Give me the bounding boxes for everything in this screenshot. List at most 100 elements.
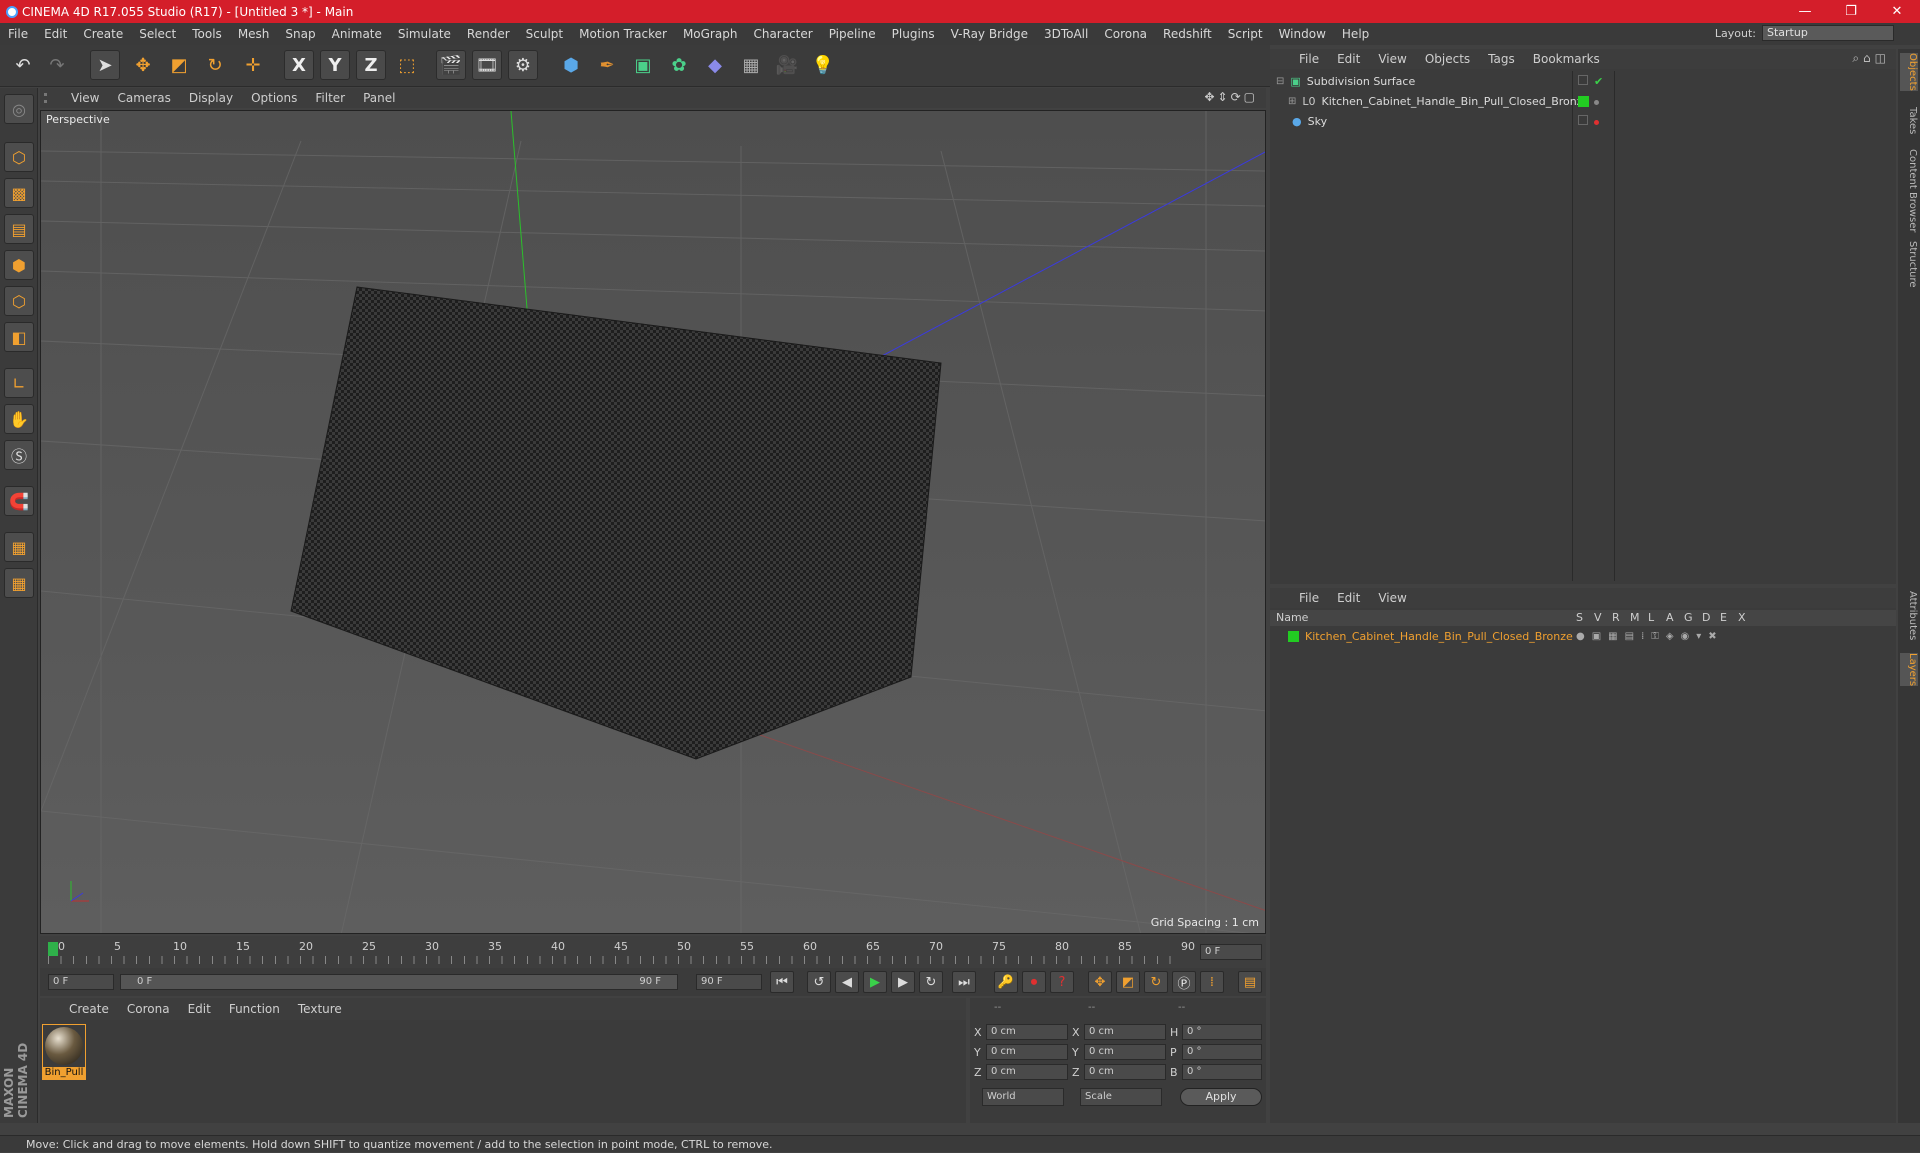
model-mode-icon[interactable]: ⬡ xyxy=(4,142,34,172)
object-manager-search-icons[interactable]: ⌕⌂◫ xyxy=(1852,51,1890,66)
object-row-subdivision-surface[interactable]: ⊟ ▣ Subdivision Surface ✔ xyxy=(1270,71,1896,91)
rotation-b-field[interactable]: 0 ° xyxy=(1182,1064,1262,1080)
subdivision-icon[interactable]: ▣ xyxy=(628,50,658,80)
layer-toggle-icons[interactable]: ●▣▦▤⁞⚿◈◉▾✖ xyxy=(1576,631,1724,642)
menu-snap[interactable]: Snap xyxy=(277,27,323,41)
viewport-menu-view[interactable]: View xyxy=(62,91,108,105)
tab-attributes[interactable]: Attributes xyxy=(1900,591,1918,640)
redo-icon[interactable]: ↷ xyxy=(42,50,72,80)
cube-icon[interactable]: ⬢ xyxy=(556,50,586,80)
menu-mograph[interactable]: MoGraph xyxy=(675,27,746,41)
material-menu-texture[interactable]: Texture xyxy=(289,1002,351,1016)
select-arrow-icon[interactable]: ➤ xyxy=(90,50,120,80)
apply-button[interactable]: Apply xyxy=(1180,1088,1262,1106)
go-to-end-icon[interactable]: ⏭ xyxy=(952,971,976,993)
tab-takes[interactable]: Takes xyxy=(1900,107,1918,134)
key-scale-icon[interactable]: ◩ xyxy=(1116,971,1140,993)
menu-script[interactable]: Script xyxy=(1220,27,1271,41)
previous-frame-icon[interactable]: ◀ xyxy=(835,971,859,993)
enabled-check-icon[interactable]: ✔ xyxy=(1594,75,1603,88)
material-menu-corona[interactable]: Corona xyxy=(118,1002,179,1016)
layers-menu-edit[interactable]: Edit xyxy=(1328,591,1369,605)
next-key-icon[interactable]: ↻ xyxy=(919,971,943,993)
layout-dropdown[interactable]: Startup xyxy=(1762,25,1894,41)
key-pla-icon[interactable]: ⁞ xyxy=(1200,971,1224,993)
scale-icon[interactable]: ◩ xyxy=(164,50,194,80)
menu-mesh[interactable]: Mesh xyxy=(230,27,278,41)
col-deformers[interactable]: D xyxy=(1702,611,1710,624)
objects-menu-tags[interactable]: Tags xyxy=(1479,52,1524,66)
workplane-icon[interactable]: ▤ xyxy=(4,214,34,244)
objects-menu-file[interactable]: File xyxy=(1290,52,1328,66)
viewport-menu-display[interactable]: Display xyxy=(180,91,242,105)
timeline[interactable]: 0 5 10 15 20 25 30 35 40 45 50 55 60 65 … xyxy=(40,936,1266,968)
tab-layers[interactable]: Layers xyxy=(1900,653,1918,687)
col-solo[interactable]: S xyxy=(1576,611,1583,624)
col-name[interactable]: Name xyxy=(1276,611,1308,624)
col-xref[interactable]: X xyxy=(1738,611,1746,624)
y-axis-button[interactable]: Y xyxy=(320,50,350,80)
rotate-icon[interactable]: ↻ xyxy=(200,50,230,80)
col-visible[interactable]: V xyxy=(1594,611,1602,624)
size-z-field[interactable]: 0 cm xyxy=(1084,1064,1166,1080)
deformer-icon[interactable]: ◆ xyxy=(700,50,730,80)
floor-icon[interactable]: ▦ xyxy=(736,50,766,80)
points-mode-icon[interactable]: ⬢ xyxy=(4,250,34,280)
material-swatch[interactable]: Bin_Pull xyxy=(42,1024,86,1080)
material-menu-create[interactable]: Create xyxy=(60,1002,118,1016)
col-expressions[interactable]: E xyxy=(1720,611,1727,624)
record-icon[interactable]: ⏺ xyxy=(1022,971,1046,993)
visibility-dots-icon[interactable] xyxy=(1594,95,1599,108)
size-mode-dropdown[interactable]: Scale xyxy=(1080,1088,1162,1106)
timeline-window-icon[interactable]: ▤ xyxy=(1238,971,1262,993)
menu-create[interactable]: Create xyxy=(75,27,131,41)
expand-icon[interactable]: ⊞ xyxy=(1288,96,1296,107)
current-frame-field[interactable]: 0 F xyxy=(1200,944,1262,960)
maximize-button[interactable]: ❐ xyxy=(1828,0,1874,23)
end-frame-field[interactable]: 90 F xyxy=(696,974,762,990)
minimize-button[interactable]: — xyxy=(1782,0,1828,23)
undo-icon[interactable]: ↶ xyxy=(8,50,38,80)
close-button[interactable]: ✕ xyxy=(1874,0,1920,23)
size-y-field[interactable]: 0 cm xyxy=(1084,1044,1166,1060)
layer-color-swatch[interactable] xyxy=(1288,630,1299,642)
viewport-menu-filter[interactable]: Filter xyxy=(306,91,354,105)
layer-name[interactable]: Kitchen_Cabinet_Handle_Bin_Pull_Closed_B… xyxy=(1305,630,1573,643)
position-y-field[interactable]: 0 cm xyxy=(986,1044,1068,1060)
tab-content-browser[interactable]: Content Browser xyxy=(1900,149,1918,232)
planar-workplane-icon[interactable]: ▦ xyxy=(4,568,34,598)
object-row-sky[interactable]: ● Sky xyxy=(1270,111,1896,131)
col-generators[interactable]: G xyxy=(1684,611,1693,624)
objects-menu-objects[interactable]: Objects xyxy=(1416,52,1479,66)
layer-row[interactable]: Kitchen_Cabinet_Handle_Bin_Pull_Closed_B… xyxy=(1270,626,1896,646)
menu-sculpt[interactable]: Sculpt xyxy=(518,27,571,41)
size-x-field[interactable]: 0 cm xyxy=(1084,1024,1166,1040)
menu-plugins[interactable]: Plugins xyxy=(884,27,943,41)
viewport-menu-cameras[interactable]: Cameras xyxy=(108,91,179,105)
viewport-menu-panel[interactable]: Panel xyxy=(354,91,404,105)
axis-mode-icon[interactable]: ∟ xyxy=(4,368,34,398)
menu-vray-bridge[interactable]: V-Ray Bridge xyxy=(943,27,1036,41)
menu-redshift[interactable]: Redshift xyxy=(1155,27,1220,41)
render-view-icon[interactable]: 🎬 xyxy=(436,50,466,80)
menu-file[interactable]: File xyxy=(0,27,36,41)
col-locked[interactable]: L xyxy=(1648,611,1654,624)
key-rotation-icon[interactable]: ↻ xyxy=(1144,971,1168,993)
camera-icon[interactable]: 🎥 xyxy=(772,50,802,80)
tab-structure[interactable]: Structure xyxy=(1900,241,1918,288)
move-icon[interactable]: ✥ xyxy=(128,50,158,80)
material-menu-edit[interactable]: Edit xyxy=(179,1002,220,1016)
layers-menu-view[interactable]: View xyxy=(1369,591,1415,605)
position-x-field[interactable]: 0 cm xyxy=(986,1024,1068,1040)
objects-menu-edit[interactable]: Edit xyxy=(1328,52,1369,66)
transform-icon[interactable]: ✛ xyxy=(238,50,268,80)
objects-menu-bookmarks[interactable]: Bookmarks xyxy=(1524,52,1609,66)
menu-character[interactable]: Character xyxy=(745,27,820,41)
texture-mode-icon[interactable]: ▩ xyxy=(4,178,34,208)
position-z-field[interactable]: 0 cm xyxy=(986,1064,1068,1080)
coordinate-system-icon[interactable]: ⬚ xyxy=(392,50,422,80)
menu-motion-tracker[interactable]: Motion Tracker xyxy=(571,27,675,41)
frame-range-slider[interactable]: 0 F 90 F xyxy=(120,974,678,990)
key-parameter-icon[interactable]: Ⓟ xyxy=(1172,971,1196,993)
menu-edit[interactable]: Edit xyxy=(36,27,75,41)
